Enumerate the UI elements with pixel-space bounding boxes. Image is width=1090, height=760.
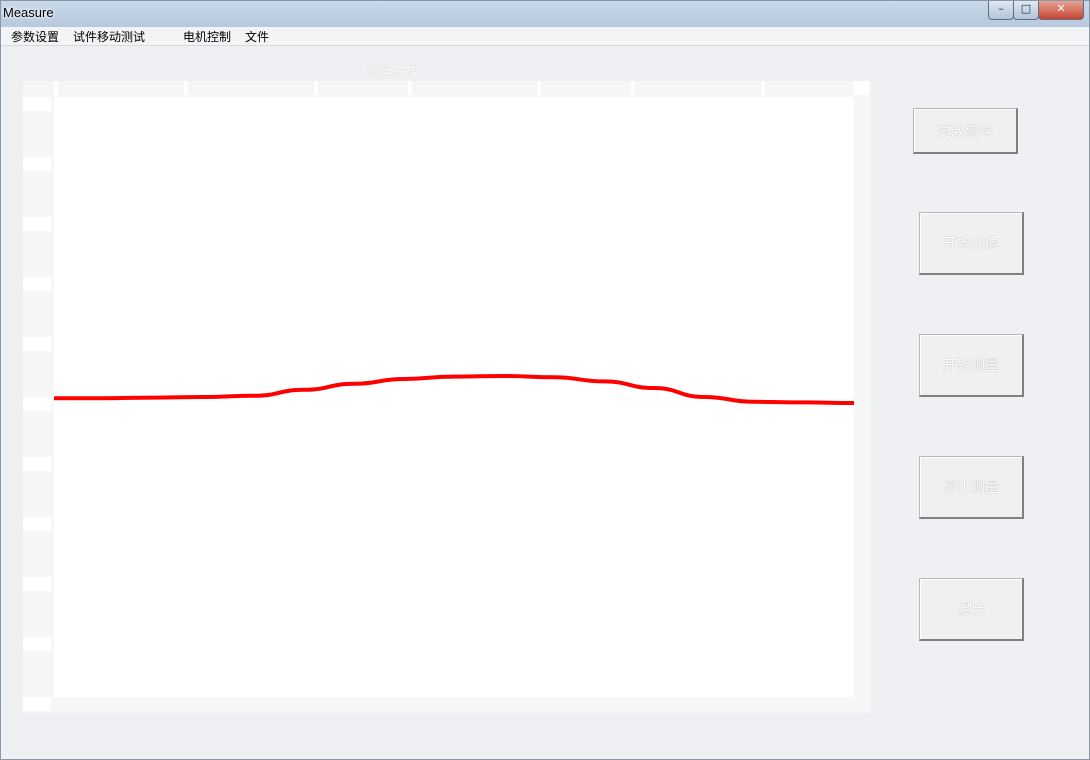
y-tick [23,337,51,351]
status-text: 测量完成…… [367,65,446,80]
x-tick [408,81,412,95]
menu-specimen-move-test[interactable]: 试件移动测试 [71,28,147,45]
x-tick [631,81,635,95]
minimize-button[interactable]: – [988,1,1014,20]
start-measurement-button[interactable]: 开始测量 [919,334,1024,397]
stop-measurement-button[interactable]: 停止测量 [919,456,1024,519]
title-bar[interactable]: Measure – □ ✕ [1,1,1089,28]
y-tick [23,157,51,171]
y-tick [23,397,51,411]
y-tick [23,97,51,111]
y-tick [23,457,51,471]
y-tick [23,217,51,231]
x-tick [853,81,869,95]
measure-window: Measure – □ ✕ 参数设置 试件移动测试 电机控制 文件 测量完成……… [0,0,1090,760]
start-imaging-button[interactable]: 开始成像 [919,212,1024,275]
x-tick [761,81,765,95]
change-signal-button[interactable]: 更改信号 [913,108,1018,154]
menu-file[interactable]: 文件 [243,28,271,45]
y-tick [23,517,51,531]
y-tick [23,697,51,711]
x-tick [184,81,188,95]
window-title: Measure [3,5,54,20]
x-tick [54,81,58,95]
menu-parameter-settings[interactable]: 参数设置 [9,28,61,45]
menu-bar: 参数设置 试件移动测试 电机控制 文件 [1,27,1089,46]
close-button[interactable]: ✕ [1038,1,1084,20]
measurement-chart [54,373,854,405]
y-tick [23,277,51,291]
maximize-button[interactable]: □ [1013,1,1039,20]
exit-button[interactable]: 退出 [919,578,1024,641]
y-tick [23,577,51,591]
measurement-series-line-0 [54,373,854,405]
x-tick [314,81,318,95]
x-tick [537,81,541,95]
menu-motor-control[interactable]: 电机控制 [181,28,233,45]
y-tick [23,637,51,651]
